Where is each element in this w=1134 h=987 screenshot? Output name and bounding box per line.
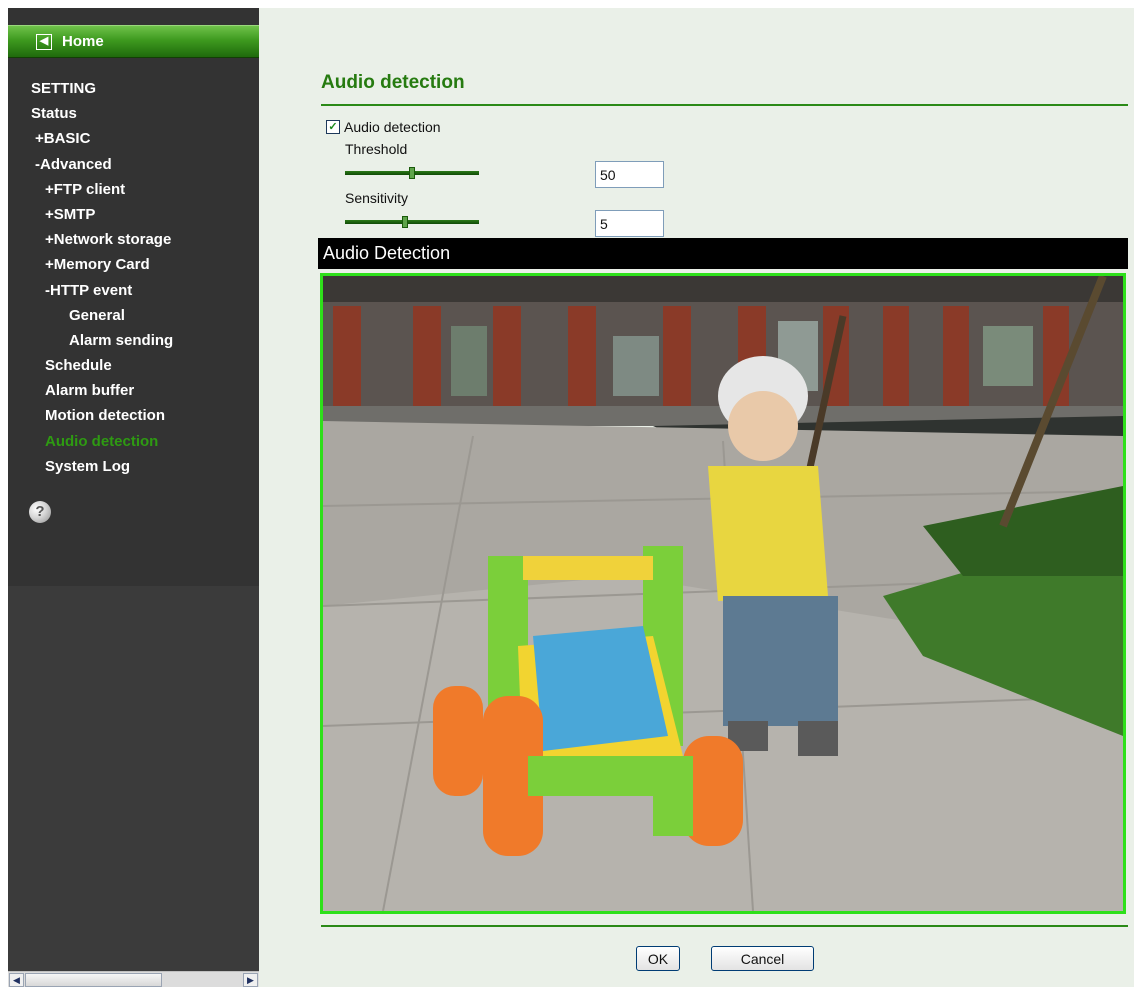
back-arrow-icon: ◀ xyxy=(36,33,52,50)
nav-item-system-log[interactable]: System Log xyxy=(8,454,259,479)
nav-item-alarm-sending[interactable]: Alarm sending xyxy=(8,328,259,353)
title-divider xyxy=(321,104,1128,106)
audio-detection-label: Audio detection xyxy=(344,119,441,135)
footer-divider xyxy=(321,925,1128,927)
scroll-right-icon[interactable]: ▶ xyxy=(243,973,258,987)
cancel-button[interactable]: Cancel xyxy=(711,946,814,971)
sensitivity-label: Sensitivity xyxy=(345,190,409,206)
nav-item-alarm-buffer[interactable]: Alarm buffer xyxy=(8,378,259,403)
nav-item-http-event[interactable]: -HTTP event xyxy=(8,278,259,303)
page-title: Audio detection xyxy=(321,72,465,93)
nav-item-network-storage[interactable]: +Network storage xyxy=(8,227,259,252)
audio-detection-panel: Audio Detection xyxy=(318,238,1128,918)
nav-item-memory-card[interactable]: +Memory Card xyxy=(8,252,259,277)
ok-button[interactable]: OK xyxy=(636,946,680,971)
nav-item-advanced[interactable]: -Advanced xyxy=(8,152,259,177)
sensitivity-input[interactable] xyxy=(595,210,664,237)
home-label: Home xyxy=(62,33,104,50)
slider-track xyxy=(345,220,479,224)
question-mark-icon[interactable]: ? xyxy=(29,501,51,523)
nav-item-smtp[interactable]: +SMTP xyxy=(8,202,259,227)
main-content: Audio detection ✓ Audio detection Thresh… xyxy=(259,8,1134,987)
threshold-slider[interactable] xyxy=(345,167,479,179)
audio-detection-checkbox[interactable]: ✓ xyxy=(326,120,340,134)
slider-thumb[interactable] xyxy=(409,167,415,179)
horizontal-scrollbar[interactable]: ◀ ▶ xyxy=(8,971,259,987)
nav-item-audio-detection[interactable]: Audio detection xyxy=(8,429,259,454)
nav-item-ftp-client[interactable]: +FTP client xyxy=(8,177,259,202)
sidebar: ◀ Home SETTING Status +BASIC -Advanced +… xyxy=(8,8,259,971)
sidebar-background xyxy=(8,586,259,971)
scroll-left-icon[interactable]: ◀ xyxy=(9,973,24,987)
nav-item-schedule[interactable]: Schedule xyxy=(8,353,259,378)
nav-item-basic[interactable]: +BASIC xyxy=(8,126,259,151)
slider-thumb[interactable] xyxy=(402,216,409,228)
sensitivity-slider[interactable] xyxy=(345,216,479,228)
home-link[interactable]: ◀ Home xyxy=(8,25,259,58)
live-video-view xyxy=(320,273,1126,914)
nav-item-status[interactable]: Status xyxy=(8,101,259,126)
scrollbar-thumb[interactable] xyxy=(25,973,162,987)
settings-nav: SETTING Status +BASIC -Advanced +FTP cli… xyxy=(8,76,259,479)
camera-image xyxy=(323,276,1123,911)
nav-item-motion-detection[interactable]: Motion detection xyxy=(8,403,259,428)
threshold-input[interactable] xyxy=(595,161,664,188)
threshold-label: Threshold xyxy=(345,141,408,157)
nav-item-general[interactable]: General xyxy=(8,303,259,328)
nav-item-setting: SETTING xyxy=(31,80,97,97)
panel-title: Audio Detection xyxy=(318,238,1128,269)
checkmark-icon: ✓ xyxy=(328,121,338,133)
